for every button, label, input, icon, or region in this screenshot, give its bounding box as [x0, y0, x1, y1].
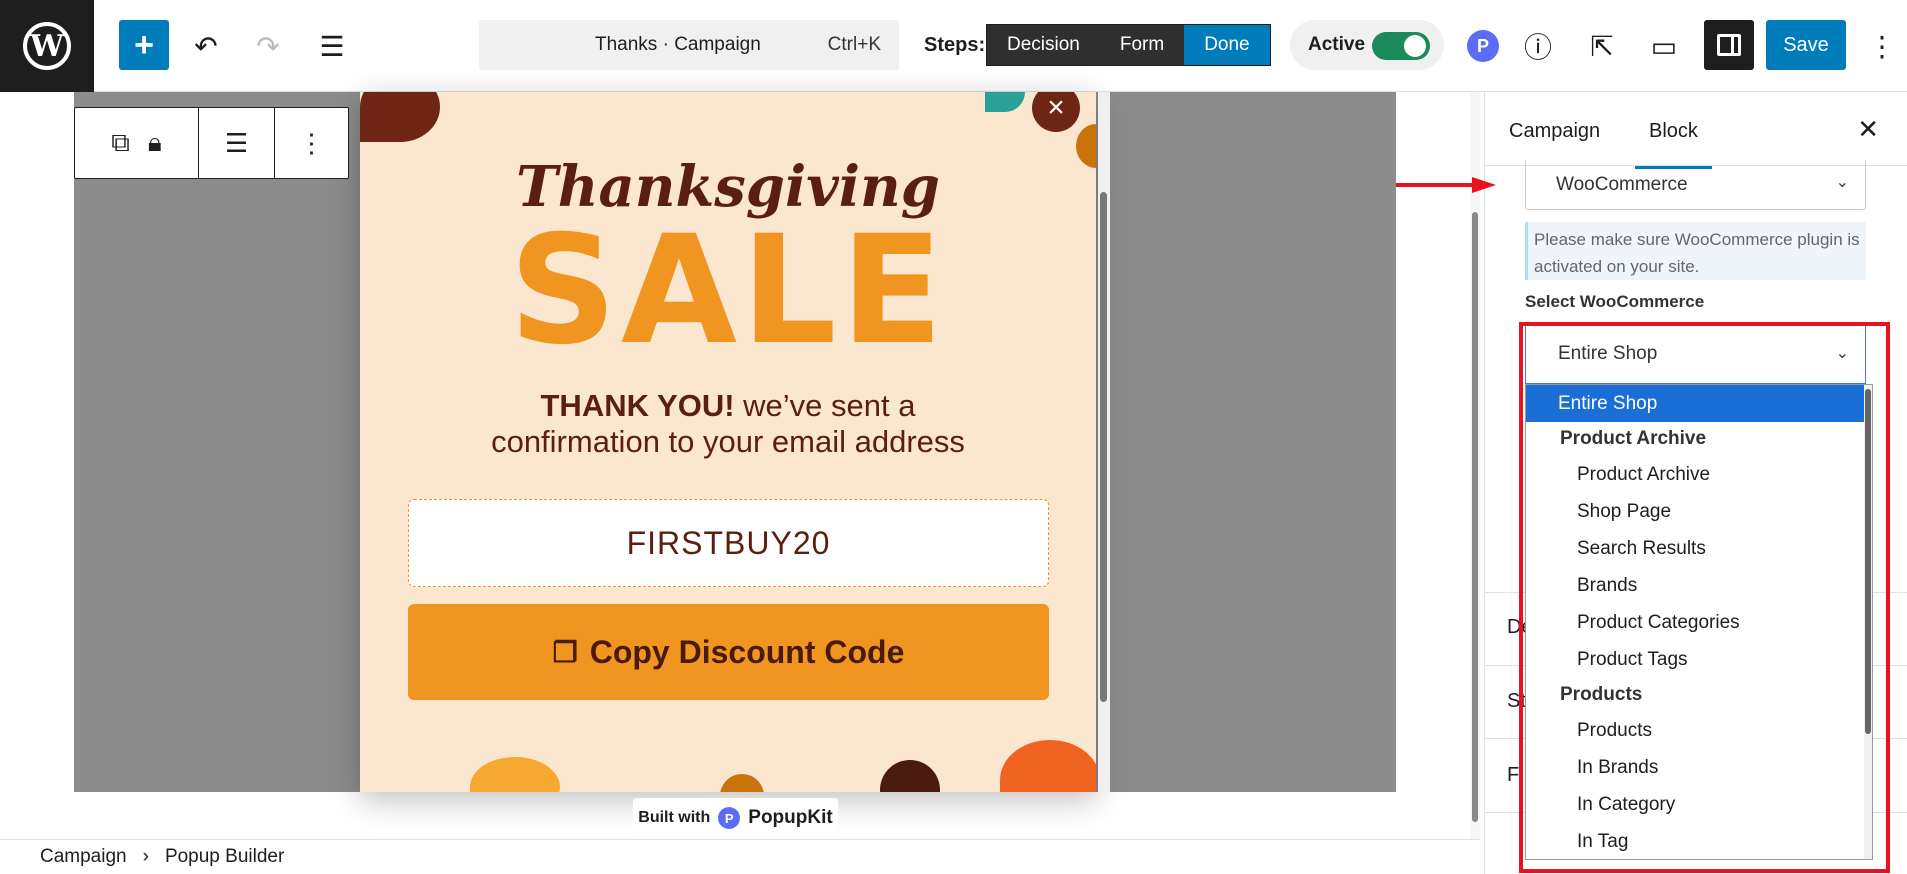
popup-scroll-thumb[interactable] — [1100, 192, 1107, 702]
editor-topbar: W + ↶ ↷ ☰ Thanks · Campaign Ctrl+K Steps… — [0, 0, 1907, 92]
preview-device-icon[interactable]: ▭ — [1642, 24, 1686, 68]
option-search-results[interactable]: Search Results — [1526, 530, 1872, 567]
add-block-button[interactable]: + — [119, 20, 169, 70]
lock-icon[interactable]: 🔒︎ — [148, 127, 162, 159]
wordpress-icon: W — [23, 22, 71, 70]
decorative-leaf — [360, 92, 440, 142]
option-brands[interactable]: Brands — [1526, 567, 1872, 604]
breadcrumb-campaign[interactable]: Campaign — [40, 846, 127, 868]
close-icon[interactable]: ✕ — [1857, 114, 1879, 145]
woocommerce-select-value: Entire Shop — [1558, 343, 1658, 364]
woocommerce-notice: Please make sure WooCommerce plugin is a… — [1525, 222, 1866, 280]
active-label: Active — [1308, 34, 1366, 55]
copy-button-label: Copy Discount Code — [589, 633, 905, 670]
option-product-tags[interactable]: Product Tags — [1526, 641, 1872, 678]
more-options-icon[interactable]: ⋮ — [1860, 24, 1904, 68]
redo-icon[interactable]: ↷ — [246, 24, 290, 68]
decorative-leaf — [985, 92, 1025, 112]
option-product-archive[interactable]: Product Archive — [1526, 456, 1872, 493]
document-overview-icon[interactable]: ☰ — [310, 24, 354, 68]
steps-label: Steps: — [924, 34, 986, 56]
popup-close-icon[interactable]: × — [1032, 92, 1080, 132]
shortcut-hint: Ctrl+K — [827, 34, 881, 55]
woocommerce-select[interactable]: Entire Shop ⌄ — [1525, 324, 1866, 384]
panel-row-style[interactable]: St — [1507, 690, 1526, 713]
block-toolbar: ⧉ 🔒︎ ☰ ⋮ — [74, 107, 349, 179]
dropdown-scrollbar[interactable] — [1864, 385, 1872, 859]
active-toggle[interactable]: Active — [1290, 20, 1444, 70]
step-decision[interactable]: Decision — [987, 25, 1100, 65]
decorative-leaf — [1000, 740, 1096, 792]
block-options-icon[interactable]: ⋮ — [275, 108, 348, 178]
option-in-category[interactable]: In Category — [1526, 786, 1872, 823]
editor-canvas: × Thanksgiving SALE THANK YOU! we’ve sen… — [0, 92, 1480, 839]
tab-block[interactable]: Block — [1635, 120, 1712, 169]
undo-icon[interactable]: ↶ — [184, 24, 228, 68]
command-palette-button[interactable]: Thanks · Campaign Ctrl+K — [479, 20, 899, 70]
sidebar-icon — [1717, 34, 1741, 56]
dropdown-scroll-thumb[interactable] — [1865, 389, 1871, 734]
steps-switcher: Decision Form Done — [986, 24, 1271, 66]
option-entire-shop[interactable]: Entire Shop — [1526, 385, 1872, 422]
select-woocommerce-label: Select WooCommerce — [1525, 292, 1705, 311]
thank-you-message: THANK YOU! we’ve sent a confirmation to … — [360, 388, 1096, 460]
chevron-down-icon: ⌄ — [1835, 174, 1849, 191]
option-in-tag[interactable]: In Tag — [1526, 823, 1872, 859]
built-with-label: Built with — [638, 809, 711, 826]
popup-preview[interactable]: × Thanksgiving SALE THANK YOU! we’ve sen… — [360, 92, 1096, 792]
copy-discount-button[interactable]: ❐ Copy Discount Code — [408, 604, 1049, 700]
step-done[interactable]: Done — [1184, 25, 1270, 65]
step-form[interactable]: Form — [1099, 25, 1185, 65]
discount-code: FIRSTBUY20 — [408, 499, 1049, 587]
decorative-acorn — [880, 760, 940, 792]
option-in-brands[interactable]: In Brands — [1526, 749, 1872, 786]
canvas-scrollbar[interactable] — [1470, 92, 1480, 839]
canvas-scroll-thumb[interactable] — [1472, 212, 1478, 822]
chevron-down-icon: ⌄ — [1835, 345, 1849, 362]
align-icon[interactable]: ☰ — [199, 108, 275, 178]
copy-icon: ❐ — [552, 636, 578, 668]
block-type-icon[interactable]: ⧉ — [111, 127, 130, 159]
thank-you-line2: confirmation to your email address — [491, 424, 965, 459]
woocommerce-dropdown-list[interactable]: Entire Shop Product Archive Product Arch… — [1525, 384, 1873, 860]
optgroup-product-archive: Product Archive — [1560, 428, 1707, 449]
save-button[interactable]: Save — [1766, 20, 1846, 70]
info-icon[interactable]: ⓘ — [1516, 24, 1560, 68]
option-products[interactable]: Products — [1526, 712, 1872, 749]
thank-you-bold: THANK YOU! — [540, 388, 735, 423]
thank-you-rest: we’ve sent a — [734, 388, 916, 423]
decorative-leaf — [470, 757, 560, 792]
arrow-right-icon — [1396, 177, 1496, 193]
popupkit-logo-icon: P — [718, 807, 741, 829]
source-select-value: WooCommerce — [1556, 173, 1688, 195]
panel-row-filter[interactable]: Fi — [1507, 764, 1524, 787]
external-link-icon[interactable]: ⇱ — [1580, 24, 1624, 68]
breadcrumb-separator-icon: › — [142, 846, 149, 867]
popup-scrollbar[interactable] — [1098, 92, 1110, 792]
popupkit-icon[interactable]: P — [1467, 30, 1499, 62]
breadcrumb: Campaign › Popup Builder — [0, 839, 1480, 874]
breadcrumb-popup-builder[interactable]: Popup Builder — [165, 846, 284, 868]
settings-sidebar-toggle[interactable] — [1704, 20, 1754, 70]
built-with-badge: Built with P PopupKit — [633, 798, 838, 838]
settings-sidebar: Campaign Block ✕ WooCommerce ⌄ Please ma… — [1484, 92, 1907, 874]
wordpress-logo[interactable]: W — [0, 0, 94, 92]
optgroup-products: Products — [1560, 684, 1643, 705]
block-type-group: ⧉ 🔒︎ — [75, 108, 199, 178]
tab-campaign[interactable]: Campaign — [1509, 120, 1600, 143]
option-product-categories[interactable]: Product Categories — [1526, 604, 1872, 641]
document-title: Thanks · Campaign — [595, 34, 761, 55]
popup-headline: SALE — [508, 204, 948, 378]
source-select[interactable]: WooCommerce ⌄ — [1525, 160, 1866, 210]
switch-knob — [1404, 35, 1426, 57]
sidebar-tabs: Campaign Block ✕ — [1485, 92, 1907, 169]
decorative-dot — [720, 774, 764, 792]
option-shop-page[interactable]: Shop Page — [1526, 493, 1872, 530]
active-switch[interactable] — [1372, 32, 1430, 60]
brand-name: PopupKit — [748, 807, 833, 828]
